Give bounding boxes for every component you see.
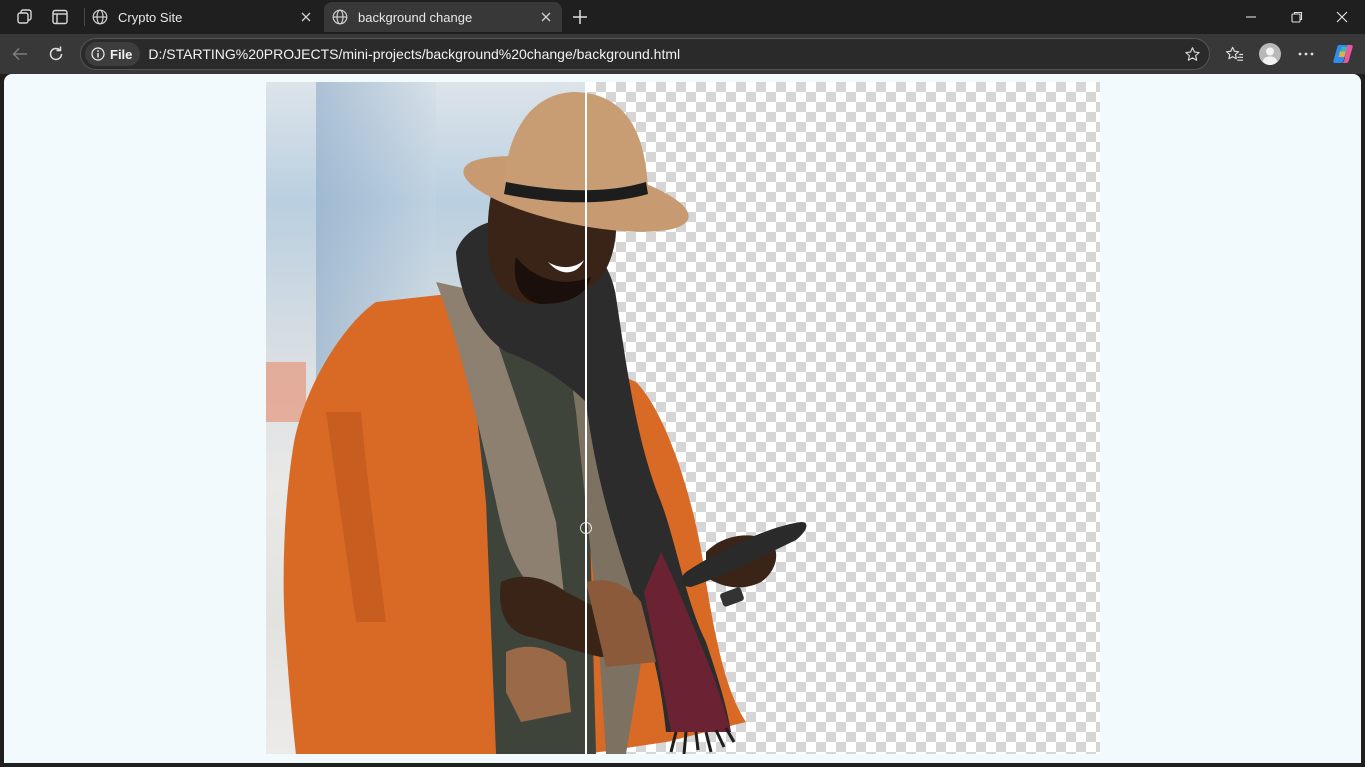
restore-button[interactable] bbox=[1274, 0, 1320, 34]
refresh-icon bbox=[49, 46, 63, 61]
refresh-button[interactable] bbox=[42, 40, 70, 68]
url-text[interactable]: D:/STARTING%20PROJECTS/mini-projects/bac… bbox=[148, 46, 680, 62]
copilot-button[interactable] bbox=[1329, 40, 1357, 68]
minimize-button[interactable] bbox=[1228, 0, 1274, 34]
scheme-label: File bbox=[110, 46, 133, 62]
back-arrow-icon bbox=[12, 47, 27, 61]
vertical-tabs-icon[interactable] bbox=[48, 6, 72, 28]
workspaces-icon[interactable] bbox=[13, 6, 37, 28]
before-after-comparison[interactable] bbox=[266, 82, 1100, 754]
tab-crypto-site[interactable]: Crypto Site bbox=[84, 2, 322, 32]
star-icon bbox=[1184, 46, 1200, 61]
info-icon bbox=[91, 47, 105, 61]
favorites-icon bbox=[1225, 46, 1243, 61]
minimize-icon bbox=[1246, 16, 1256, 18]
tab-label: Crypto Site bbox=[118, 9, 183, 25]
site-info-chip[interactable]: File bbox=[85, 42, 141, 66]
globe-icon bbox=[332, 9, 348, 25]
restore-icon bbox=[1291, 11, 1303, 23]
more-menu-button[interactable] bbox=[1292, 40, 1320, 68]
close-icon[interactable] bbox=[294, 5, 318, 29]
add-favorite-button[interactable] bbox=[1181, 43, 1203, 65]
close-icon[interactable] bbox=[534, 5, 558, 29]
profile-button[interactable] bbox=[1256, 40, 1284, 68]
tab-strip: Crypto Site background change bbox=[0, 0, 1365, 34]
close-window-button[interactable] bbox=[1319, 0, 1365, 34]
person-photo bbox=[283, 92, 807, 754]
copilot-icon bbox=[1333, 45, 1353, 63]
tab-label: background change bbox=[358, 9, 473, 25]
page-viewport bbox=[4, 74, 1361, 763]
browser-toolbar: File D:/STARTING%20PROJECTS/mini-project… bbox=[0, 34, 1365, 74]
tab-background-change[interactable]: background change bbox=[324, 2, 562, 32]
avatar-icon bbox=[1259, 43, 1281, 65]
comparison-divider[interactable] bbox=[585, 82, 587, 754]
globe-icon bbox=[92, 9, 108, 25]
plus-icon bbox=[573, 10, 587, 24]
address-bar[interactable]: File D:/STARTING%20PROJECTS/mini-project… bbox=[80, 38, 1210, 70]
new-tab-button[interactable] bbox=[566, 4, 594, 30]
favorites-button[interactable] bbox=[1220, 40, 1248, 68]
ellipsis-icon bbox=[1298, 52, 1314, 56]
close-icon bbox=[1336, 11, 1348, 23]
back-button[interactable] bbox=[6, 40, 34, 68]
divider-handle[interactable] bbox=[580, 522, 592, 534]
